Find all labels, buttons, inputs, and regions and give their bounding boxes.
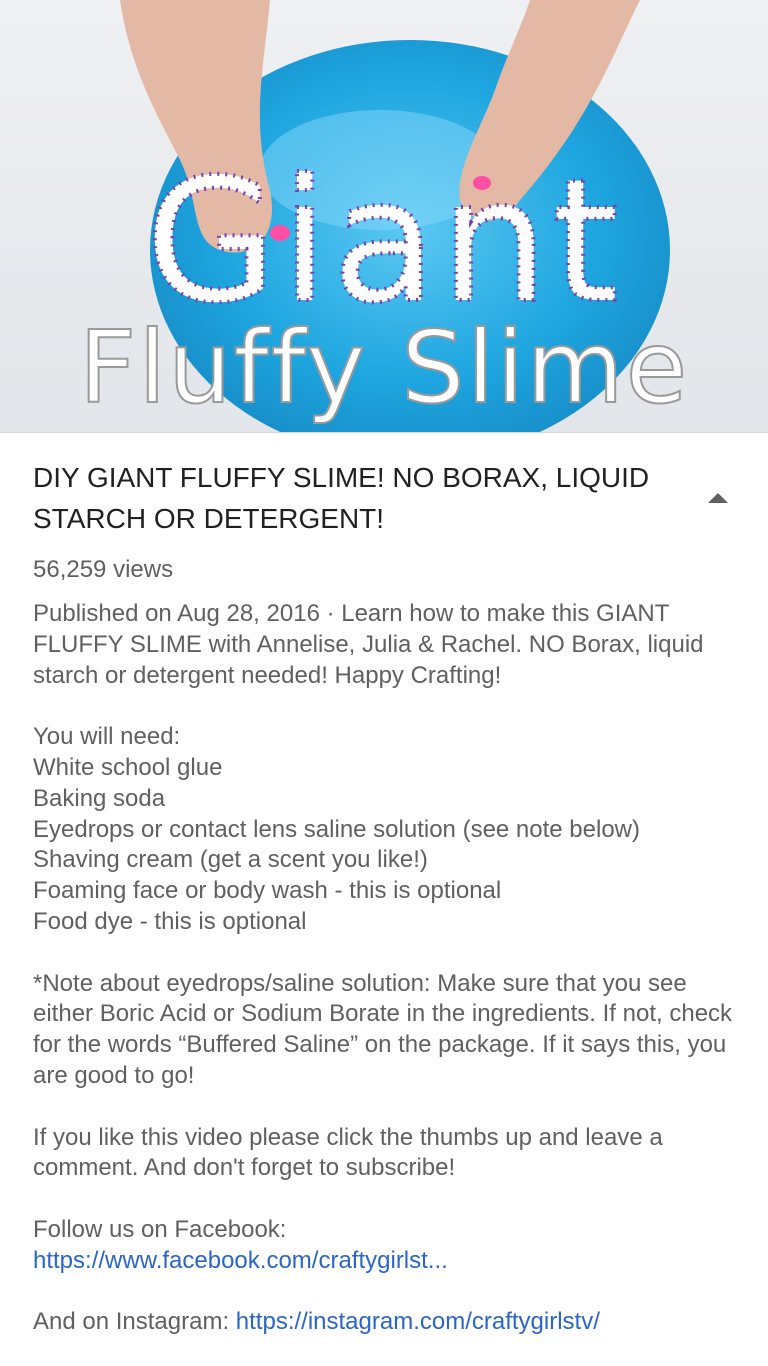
facebook-section: Follow us on Facebook: https://www.faceb… bbox=[33, 1215, 745, 1277]
video-details-panel: DIY GIANT FLUFFY SLIME! NO BORAX, LIQUID… bbox=[0, 432, 768, 1366]
supply-item: Food dye - this is optional bbox=[33, 907, 307, 935]
video-player[interactable]: Giant Fluffy Slime bbox=[0, 0, 768, 432]
video-watch-page: Giant Fluffy Slime DIY GIANT FLUFFY SLIM… bbox=[0, 0, 768, 1366]
thumbnail-title-line2: Fluffy Slime bbox=[79, 309, 689, 426]
supplies-section: You will need: White school glue Baking … bbox=[33, 722, 745, 938]
video-thumbnail: Giant Fluffy Slime bbox=[0, 0, 768, 432]
call-to-action: If you like this video please click the … bbox=[33, 1123, 663, 1182]
instagram-label: And on Instagram: bbox=[33, 1308, 236, 1336]
view-count: 56,259 views bbox=[33, 556, 174, 583]
supply-item: Eyedrops or contact lens saline solution… bbox=[33, 815, 641, 843]
video-title: DIY GIANT FLUFFY SLIME! NO BORAX, LIQUID… bbox=[33, 462, 650, 534]
saline-note: *Note about eyedrops/saline solution: Ma… bbox=[33, 969, 733, 1089]
facebook-link[interactable]: https://www.facebook.com/craftygirlst... bbox=[33, 1246, 745, 1277]
supply-item: Baking soda bbox=[33, 784, 166, 812]
video-description: Published on Aug 28, 2016 · Learn how to… bbox=[33, 599, 745, 1366]
supply-item: Shaving cream (get a scent you like!) bbox=[33, 846, 428, 874]
instagram-link[interactable]: https://instagram.com/craftygirlstv/ bbox=[236, 1308, 600, 1335]
chevron-up-icon bbox=[708, 493, 728, 503]
title-row: DIY GIANT FLUFFY SLIME! NO BORAX, LIQUID… bbox=[33, 457, 673, 539]
facebook-label: Follow us on Facebook: bbox=[33, 1215, 287, 1243]
supply-item: White school glue bbox=[33, 753, 223, 781]
collapse-description-button[interactable] bbox=[696, 481, 740, 515]
published-summary: Published on Aug 28, 2016 · Learn how to… bbox=[33, 600, 704, 689]
supplies-heading: You will need: bbox=[33, 723, 181, 751]
supply-item: Foaming face or body wash - this is opti… bbox=[33, 877, 502, 905]
instagram-section: And on Instagram: https://instagram.com/… bbox=[33, 1307, 745, 1338]
